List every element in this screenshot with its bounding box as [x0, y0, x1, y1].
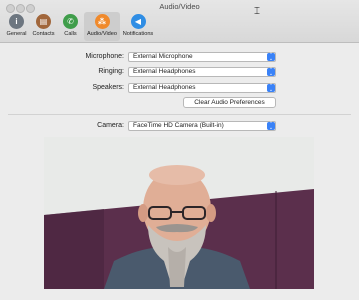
chevron-updown-icon: ⌃ ⌄ — [267, 67, 275, 77]
camera-value: FaceTime HD Camera (Built-in) — [133, 122, 224, 129]
audio-video-icon: ⁂ — [94, 14, 110, 29]
ringing-value: External Headphones — [133, 68, 196, 75]
mouse-cursor-icon: ⌶ — [254, 6, 260, 17]
camera-label: Camera: — [97, 122, 124, 129]
chevron-updown-icon: ⌃ ⌄ — [267, 121, 275, 131]
camera-preview — [44, 137, 314, 289]
general-info-icon: i — [9, 14, 24, 29]
tab-calls[interactable]: ✆ Calls — [57, 12, 84, 41]
tab-contacts[interactable]: ▤ Contacts — [30, 12, 57, 41]
window-title: Audio/Video — [159, 2, 200, 11]
tab-calls-label: Calls — [64, 31, 77, 37]
camera-select[interactable]: FaceTime HD Camera (Built-in) ⌃ ⌄ — [128, 121, 276, 131]
contacts-book-icon: ▤ — [36, 14, 51, 29]
ringing-label: Ringing: — [98, 68, 124, 75]
tab-general-label: General — [6, 31, 27, 37]
ringing-select[interactable]: External Headphones ⌃ ⌄ — [128, 67, 276, 77]
microphone-label: Microphone: — [85, 53, 124, 60]
tab-notifications-label: Notifications — [122, 31, 154, 37]
microphone-value: External Microphone — [133, 53, 193, 60]
section-divider — [8, 114, 351, 115]
toolbar-tabs: i General ▤ Contacts ✆ Calls ⁂ Audio/Vid… — [3, 12, 156, 41]
tab-audio-video[interactable]: ⁂ Audio/Video — [84, 12, 120, 41]
microphone-select[interactable]: External Microphone ⌃ ⌄ — [128, 52, 276, 62]
speakers-value: External Headphones — [133, 84, 196, 91]
speakers-select[interactable]: External Headphones ⌃ ⌄ — [128, 83, 276, 93]
tab-general[interactable]: i General — [3, 12, 30, 41]
camera-preview-image — [44, 137, 314, 289]
preferences-window: Audio/Video ⌶ i General ▤ Contacts ✆ Cal… — [0, 0, 359, 300]
notifications-icon: ◀ — [130, 14, 146, 29]
speakers-label: Speakers: — [92, 84, 124, 91]
chevron-updown-icon: ⌃ ⌄ — [267, 83, 275, 93]
chevron-updown-icon: ⌃ ⌄ — [267, 52, 275, 62]
title-bar: Audio/Video ⌶ i General ▤ Contacts ✆ Cal… — [0, 0, 359, 43]
phone-icon: ✆ — [63, 14, 78, 29]
tab-audio-video-label: Audio/Video — [86, 31, 118, 37]
tab-notifications[interactable]: ◀ Notifications — [120, 12, 156, 41]
tab-contacts-label: Contacts — [32, 31, 55, 37]
clear-audio-preferences-button[interactable]: Clear Audio Preferences — [183, 97, 276, 108]
